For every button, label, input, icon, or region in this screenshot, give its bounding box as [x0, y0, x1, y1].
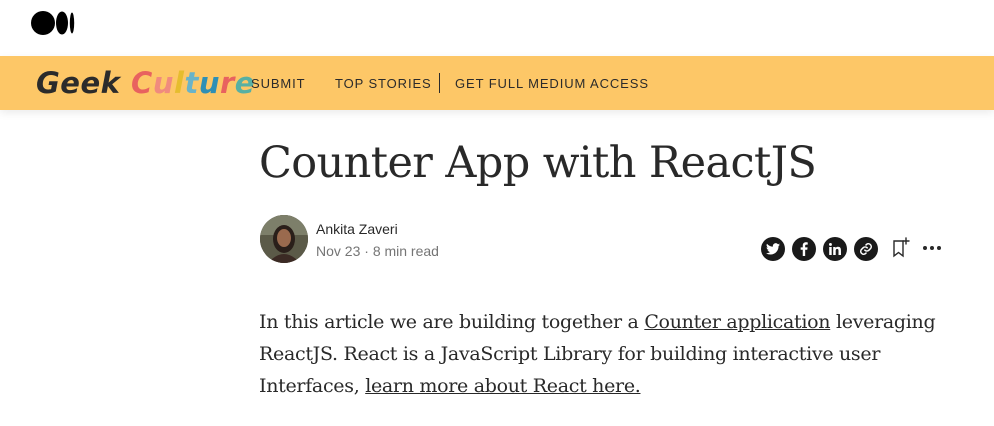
medium-logo-icon[interactable]	[31, 11, 76, 40]
facebook-icon[interactable]	[792, 237, 816, 261]
nav-get-full-medium-access[interactable]: GET FULL MEDIUM ACCESS	[455, 56, 649, 110]
publication-logo[interactable]: Geek Culture	[36, 65, 255, 101]
twitter-icon[interactable]	[761, 237, 785, 261]
logo-letter: t	[184, 66, 199, 100]
linkedin-icon[interactable]	[823, 237, 847, 261]
nav-submit[interactable]: SUBMIT	[251, 56, 306, 110]
learn-more-react-link[interactable]: learn more about React here.	[365, 375, 641, 397]
publication-logo-word2: Culture	[131, 66, 255, 100]
logo-letter: u	[152, 66, 174, 100]
link-icon[interactable]	[854, 237, 878, 261]
publish-date: Nov 23	[316, 243, 361, 259]
article-meta: Nov 23 · 8 min read	[316, 243, 439, 259]
publication-bar: Geek Culture SUBMIT TOP STORIES GET FULL…	[0, 56, 994, 110]
more-icon[interactable]	[921, 237, 943, 259]
logo-letter: r	[219, 66, 235, 100]
article-paragraph: In this article we are building together…	[259, 306, 939, 402]
counter-application-link[interactable]: Counter application	[644, 311, 830, 333]
publication-logo-word1: Geek	[36, 66, 121, 100]
top-bar	[0, 0, 994, 56]
article-title: Counter App with ReactJS	[259, 138, 817, 188]
author-name[interactable]: Ankita Zaveri	[316, 221, 398, 237]
logo-letter: C	[131, 66, 153, 100]
nav-top-stories[interactable]: TOP STORIES	[335, 56, 432, 110]
logo-letter: l	[174, 66, 185, 100]
paragraph-text: In this article we are building together…	[259, 311, 645, 333]
read-time: 8 min read	[372, 243, 439, 259]
nav-divider	[439, 73, 440, 93]
bookmark-add-icon[interactable]	[892, 237, 912, 264]
logo-letter: u	[198, 66, 220, 100]
author-avatar[interactable]	[260, 215, 308, 263]
meta-separator: ·	[364, 243, 369, 259]
